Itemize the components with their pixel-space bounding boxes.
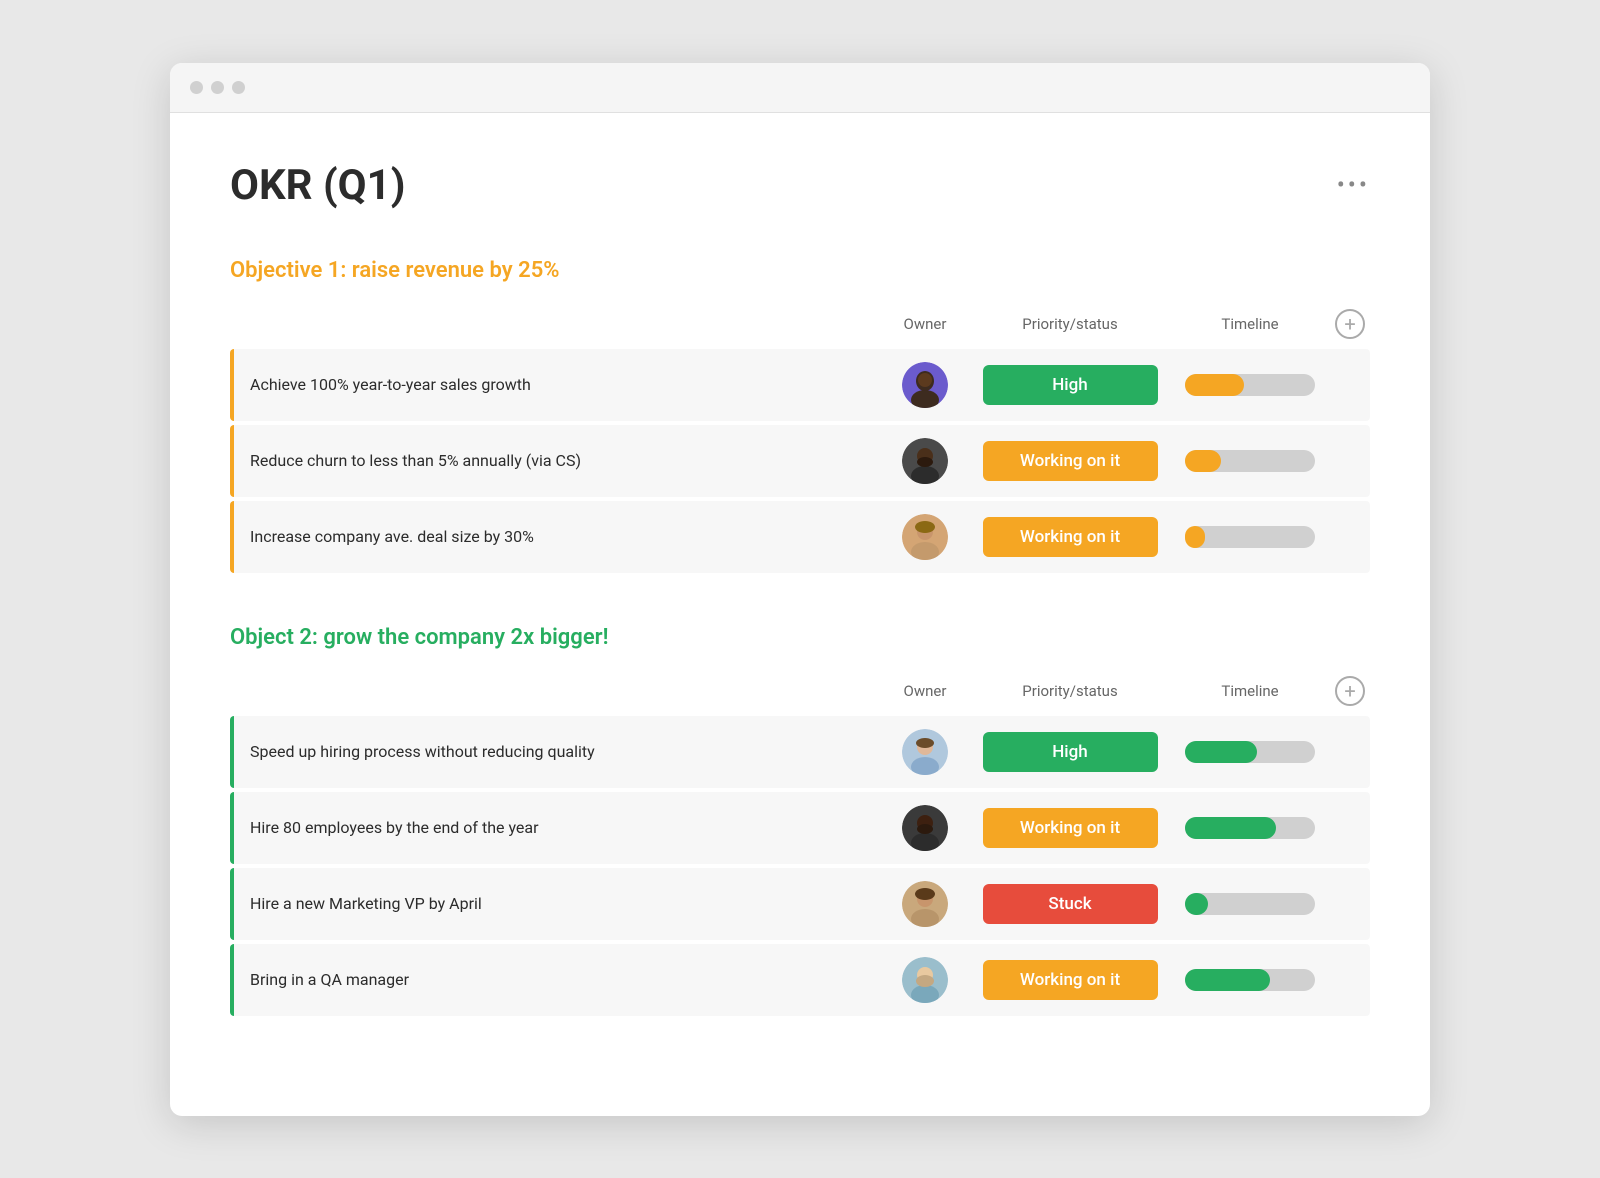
col-priority-label: Priority/status — [970, 676, 1170, 706]
section-title-obj1: Objective 1: raise revenue by 25% — [230, 258, 1370, 283]
task-label: Hire a new Marketing VP by April — [234, 894, 880, 913]
priority-badge: High — [983, 732, 1158, 772]
titlebar — [170, 63, 1430, 113]
avatar — [902, 805, 948, 851]
app-window: OKR (Q1) ••• Objective 1: raise revenue … — [170, 63, 1430, 1116]
owner-cell[interactable] — [880, 362, 970, 408]
table-row: Bring in a QA manager Working on it — [230, 944, 1370, 1016]
more-options-icon[interactable]: ••• — [1337, 171, 1370, 199]
table-row: Hire a new Marketing VP by April Stuck — [230, 868, 1370, 940]
page-title: OKR (Q1) — [230, 161, 406, 210]
avatar — [902, 957, 948, 1003]
priority-badge: High — [983, 365, 1158, 405]
timeline-cell[interactable] — [1170, 374, 1330, 396]
add-row-button[interactable]: + — [1335, 309, 1365, 339]
sections-container: Objective 1: raise revenue by 25% Owner … — [230, 258, 1370, 1016]
owner-cell[interactable] — [880, 729, 970, 775]
window-dot-yellow — [211, 81, 224, 94]
timeline-cell[interactable] — [1170, 450, 1330, 472]
table-row: Increase company ave. deal size by 30% W… — [230, 501, 1370, 573]
task-label: Achieve 100% year-to-year sales growth — [234, 375, 880, 394]
timeline-bar — [1185, 741, 1315, 763]
timeline-fill — [1185, 374, 1244, 396]
col-owner-label: Owner — [880, 676, 970, 706]
avatar — [902, 438, 948, 484]
timeline-fill — [1185, 893, 1208, 915]
section-obj2: Object 2: grow the company 2x bigger! Ow… — [230, 625, 1370, 1016]
task-label: Increase company ave. deal size by 30% — [234, 527, 880, 546]
avatar — [902, 514, 948, 560]
timeline-fill — [1185, 450, 1221, 472]
priority-badge: Working on it — [983, 441, 1158, 481]
task-label: Speed up hiring process without reducing… — [234, 742, 880, 761]
priority-cell[interactable]: Working on it — [970, 960, 1170, 1000]
priority-badge: Stuck — [983, 884, 1158, 924]
col-priority-label: Priority/status — [970, 309, 1170, 339]
col-timeline-label: Timeline — [1170, 676, 1330, 706]
timeline-fill — [1185, 741, 1257, 763]
col-task-label — [246, 676, 880, 706]
table-header-obj1: Owner Priority/status Timeline + — [230, 303, 1370, 349]
owner-cell[interactable] — [880, 881, 970, 927]
owner-cell[interactable] — [880, 805, 970, 851]
timeline-cell[interactable] — [1170, 893, 1330, 915]
timeline-fill — [1185, 817, 1276, 839]
page-header: OKR (Q1) ••• — [230, 161, 1370, 210]
col-add-label: + — [1330, 676, 1370, 706]
section-obj1: Objective 1: raise revenue by 25% Owner … — [230, 258, 1370, 573]
priority-cell[interactable]: Working on it — [970, 517, 1170, 557]
page-content: OKR (Q1) ••• Objective 1: raise revenue … — [170, 113, 1430, 1116]
table-obj2: Owner Priority/status Timeline + Speed u… — [230, 670, 1370, 1016]
priority-cell[interactable]: High — [970, 732, 1170, 772]
timeline-bar — [1185, 526, 1315, 548]
timeline-fill — [1185, 969, 1270, 991]
priority-cell[interactable]: Working on it — [970, 808, 1170, 848]
priority-cell[interactable]: Working on it — [970, 441, 1170, 481]
col-timeline-label: Timeline — [1170, 309, 1330, 339]
priority-cell[interactable]: High — [970, 365, 1170, 405]
table-header-obj2: Owner Priority/status Timeline + — [230, 670, 1370, 716]
owner-cell[interactable] — [880, 514, 970, 560]
col-add-label: + — [1330, 309, 1370, 339]
table-row: Speed up hiring process without reducing… — [230, 716, 1370, 788]
priority-cell[interactable]: Stuck — [970, 884, 1170, 924]
timeline-bar — [1185, 817, 1315, 839]
priority-badge: Working on it — [983, 808, 1158, 848]
timeline-cell[interactable] — [1170, 526, 1330, 548]
timeline-fill — [1185, 526, 1205, 548]
timeline-bar — [1185, 969, 1315, 991]
avatar — [902, 362, 948, 408]
window-dot-red — [190, 81, 203, 94]
priority-badge: Working on it — [983, 517, 1158, 557]
owner-cell[interactable] — [880, 957, 970, 1003]
timeline-cell[interactable] — [1170, 817, 1330, 839]
table-row: Reduce churn to less than 5% annually (v… — [230, 425, 1370, 497]
task-label: Bring in a QA manager — [234, 970, 880, 989]
table-row: Hire 80 employees by the end of the year… — [230, 792, 1370, 864]
timeline-bar — [1185, 374, 1315, 396]
priority-badge: Working on it — [983, 960, 1158, 1000]
task-label: Hire 80 employees by the end of the year — [234, 818, 880, 837]
avatar — [902, 881, 948, 927]
table-obj1: Owner Priority/status Timeline + Achieve… — [230, 303, 1370, 573]
timeline-bar — [1185, 450, 1315, 472]
section-title-obj2: Object 2: grow the company 2x bigger! — [230, 625, 1370, 650]
timeline-cell[interactable] — [1170, 969, 1330, 991]
window-dot-green — [232, 81, 245, 94]
col-task-label — [246, 309, 880, 339]
avatar — [902, 729, 948, 775]
timeline-cell[interactable] — [1170, 741, 1330, 763]
table-row: Achieve 100% year-to-year sales growth H… — [230, 349, 1370, 421]
add-row-button[interactable]: + — [1335, 676, 1365, 706]
owner-cell[interactable] — [880, 438, 970, 484]
task-label: Reduce churn to less than 5% annually (v… — [234, 451, 880, 470]
timeline-bar — [1185, 893, 1315, 915]
col-owner-label: Owner — [880, 309, 970, 339]
